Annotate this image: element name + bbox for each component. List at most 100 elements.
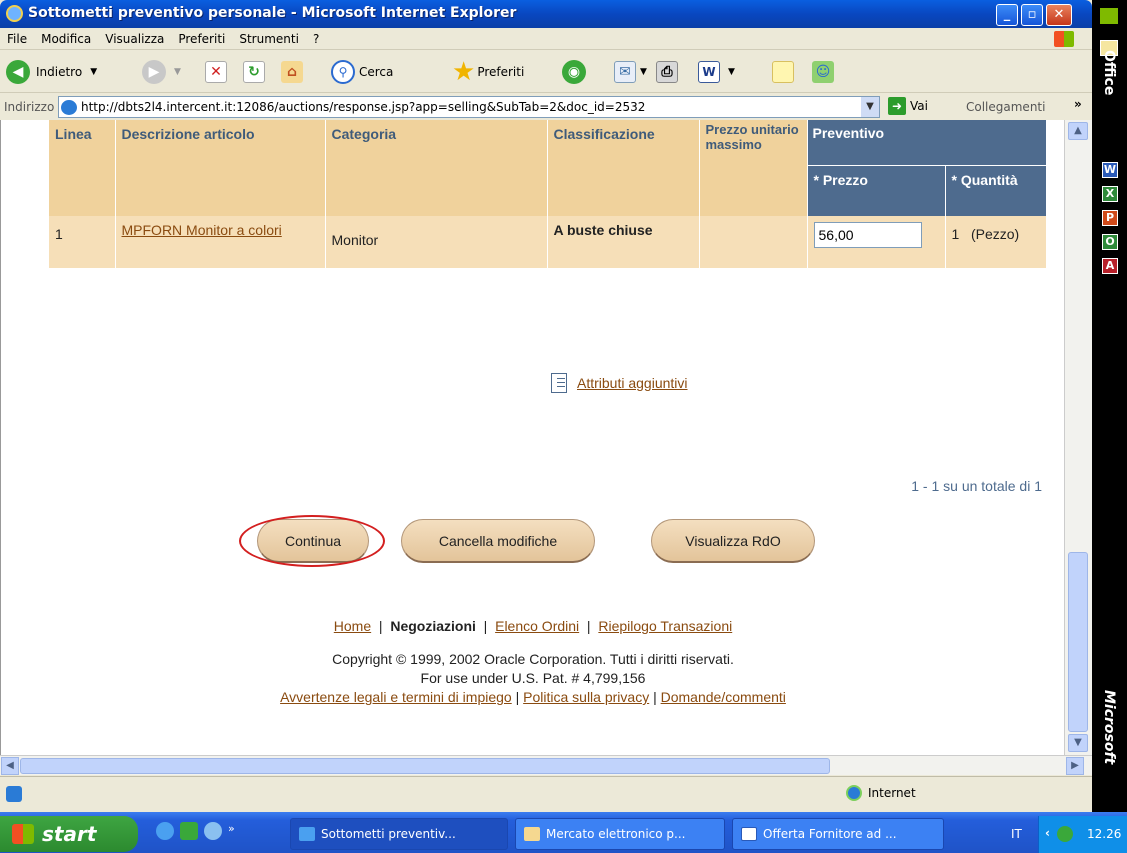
links-label[interactable]: Collegamenti [966, 100, 1045, 114]
refresh-button[interactable]: ↻ [243, 59, 265, 85]
maximize-button[interactable]: ▫ [1021, 4, 1043, 26]
address-url: http://dbts2l4.intercent.it:12086/auctio… [81, 100, 646, 114]
go-button[interactable]: ➜ Vai [888, 97, 928, 115]
media-button[interactable]: ◉ [562, 59, 586, 85]
print-icon: ⎙ [656, 61, 678, 83]
home-icon: ⌂ [281, 61, 303, 83]
task-label: Sottometti preventiv... [321, 827, 456, 841]
scroll-left-icon[interactable]: ◀ [1, 757, 19, 775]
status-bar: Internet [0, 776, 1092, 812]
network-icon[interactable] [1057, 826, 1073, 842]
scroll-down-icon[interactable]: ▼ [1068, 734, 1088, 752]
task-sottometti[interactable]: Sottometti preventiv... [290, 818, 508, 850]
search-button[interactable]: ⚲ Cerca [331, 59, 393, 85]
task-label: Mercato elettronico p... [546, 827, 686, 841]
forward-button[interactable]: ▶ ▼ [142, 59, 181, 85]
cell-classification: A buste chiuse [547, 216, 700, 268]
menu-visualizza[interactable]: Visualizza [98, 28, 171, 46]
cell-category: Monitor [325, 216, 548, 268]
menu-preferiti[interactable]: Preferiti [171, 28, 232, 46]
address-dropdown-icon[interactable]: ▼ [861, 97, 879, 117]
media-icon: ◉ [562, 60, 586, 84]
header-max-price: Prezzo unitario massimo [699, 120, 808, 216]
discuss-button[interactable] [772, 59, 794, 85]
header-classification: Classificazione [547, 120, 700, 216]
excel-icon[interactable]: X [1102, 186, 1118, 202]
powerpoint-icon[interactable]: P [1102, 210, 1118, 226]
menu-modifica[interactable]: Modifica [34, 28, 98, 46]
footer-home-link[interactable]: Home [334, 618, 371, 634]
messenger-icon: ☺ [812, 61, 834, 83]
view-rdo-button[interactable]: Visualizza RdO [651, 519, 815, 563]
quantity-value: 1 [951, 226, 960, 242]
scroll-up-icon[interactable]: ▲ [1068, 122, 1088, 140]
footer-summary-link[interactable]: Riepilogo Transazioni [598, 618, 732, 634]
minimize-button[interactable]: _ [996, 4, 1018, 26]
windows-flag-icon [12, 824, 34, 844]
back-button[interactable]: ◀ Indietro ▼ [6, 59, 97, 85]
cancel-changes-button[interactable]: Cancella modifiche [401, 519, 595, 563]
horizontal-scrollbar[interactable]: ◀ ▶ [0, 755, 1092, 775]
scroll-right-icon[interactable]: ▶ [1066, 757, 1084, 775]
stop-icon: ✕ [205, 61, 227, 83]
taskbar: start » Sottometti preventiv... Mercato … [0, 812, 1127, 853]
word-task-icon [741, 827, 757, 841]
access-icon[interactable]: A [1102, 258, 1118, 274]
globe-icon [846, 785, 862, 801]
forward-arrow-icon: ▶ [142, 60, 166, 84]
ie-alt-quicklaunch-icon[interactable] [204, 822, 222, 840]
comments-link[interactable]: Domande/commenti [661, 689, 786, 705]
cell-line: 1 [49, 216, 116, 268]
word-icon[interactable]: W [1102, 162, 1118, 178]
attributes-link-row[interactable]: Attributi aggiuntivi [551, 373, 688, 393]
chevron-down-icon: ▼ [174, 67, 181, 77]
scroll-thumb[interactable] [1068, 552, 1088, 732]
menu-file[interactable]: File [0, 28, 34, 46]
quote-table: Linea Descrizione articolo Categoria Cla… [49, 120, 1047, 268]
favorites-label: Preferiti [477, 65, 525, 79]
attributes-link[interactable]: Attributi aggiuntivi [577, 375, 688, 391]
mail-button[interactable]: ✉ ▼ [614, 59, 647, 85]
go-arrow-icon: ➜ [888, 97, 906, 115]
print-button[interactable]: ⎙ [656, 59, 678, 85]
start-button[interactable]: start [0, 816, 138, 852]
go-label: Vai [910, 99, 928, 113]
task-offerta[interactable]: Offerta Fornitore ad ... [732, 818, 944, 850]
vertical-scrollbar[interactable]: ▲ ▼ [1064, 120, 1092, 755]
home-button[interactable]: ⌂ [281, 59, 303, 85]
zone-label: Internet [868, 786, 916, 800]
messenger-button[interactable]: ☺ [812, 59, 834, 85]
hscroll-thumb[interactable] [20, 758, 830, 774]
cell-price [807, 216, 946, 268]
privacy-link[interactable]: Politica sulla privacy [523, 689, 649, 705]
outlook-icon[interactable]: O [1102, 234, 1118, 250]
title-bar: Sottometti preventivo personale - Micros… [0, 0, 1092, 28]
address-label: Indirizzo [4, 100, 55, 114]
menu-strumenti[interactable]: Strumenti [232, 28, 306, 46]
language-indicator[interactable]: IT [1011, 827, 1022, 841]
more-icon[interactable]: » [228, 822, 235, 840]
patent-text: For use under U.S. Pat. # 4,799,156 [420, 670, 646, 686]
legal-link[interactable]: Avvertenze legali e termini di impiego [280, 689, 512, 705]
address-input[interactable]: http://dbts2l4.intercent.it:12086/auctio… [58, 96, 880, 118]
note-icon [772, 61, 794, 83]
item-link[interactable]: MPFORN Monitor a colori [122, 222, 282, 238]
footer-orders-link[interactable]: Elenco Ordini [495, 618, 579, 634]
pagination-count: 1 - 1 su un totale di 1 [911, 478, 1042, 494]
task-mercato[interactable]: Mercato elettronico p... [515, 818, 725, 850]
close-button[interactable]: ✕ [1046, 4, 1072, 26]
menu-help[interactable]: ? [306, 28, 326, 46]
stop-button[interactable]: ✕ [205, 59, 227, 85]
table-row: 1 MPFORN Monitor a colori Monitor A bust… [49, 216, 1047, 268]
footer-negotiations: Negoziazioni [390, 618, 476, 634]
outlook-quicklaunch-icon[interactable] [180, 822, 198, 840]
edit-button[interactable]: W ▼ [698, 59, 735, 85]
favorites-button[interactable]: ★ Preferiti [452, 57, 525, 87]
ie-quicklaunch-icon[interactable] [156, 822, 174, 840]
header-quantity: * Quantità [945, 164, 1047, 216]
price-input[interactable] [813, 222, 922, 248]
expand-chevron-icon[interactable]: » [1074, 97, 1082, 111]
document-list-icon [551, 373, 567, 393]
address-bar: Indirizzo http://dbts2l4.intercent.it:12… [0, 94, 1092, 120]
tray-arrow-icon[interactable]: ‹ [1045, 826, 1050, 840]
